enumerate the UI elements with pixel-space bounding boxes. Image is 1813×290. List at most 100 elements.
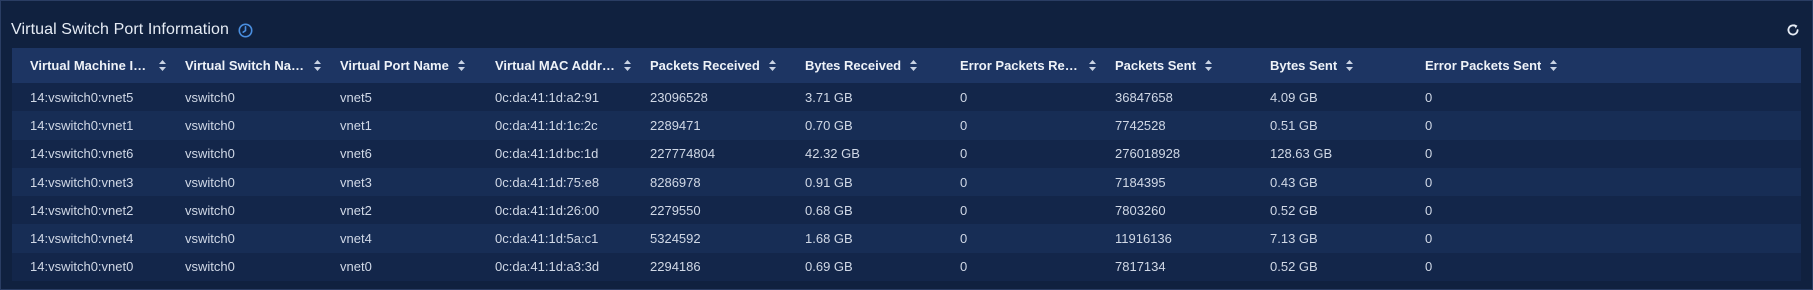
table-row[interactable]: 14:vswitch0:vnet6 vswitch0 vnet6 0c:da:41:1… <box>12 139 1801 168</box>
bytes-sent-cell: 0.52 GB <box>1270 202 1318 218</box>
packets-received-cell: 8286978 <box>650 174 701 190</box>
bytes-sent-cell: 7.13 GB <box>1270 231 1318 247</box>
vm-id-cell: 14:vswitch0:vnet2 <box>30 202 134 218</box>
packets-received-cell: 23096528 <box>650 89 708 105</box>
error-packets-received-cell: 0 <box>960 89 968 105</box>
sort-icon[interactable] <box>1345 59 1354 72</box>
table-row[interactable]: 14:vswitch0:vnet4 vswitch0 vnet4 0c:da:41:1… <box>12 224 1801 253</box>
bytes-sent-cell: 0.52 GB <box>1270 259 1318 275</box>
port-name-cell: vnet5 <box>340 89 372 105</box>
column-bytes-received-header[interactable]: Bytes Received <box>787 48 942 83</box>
mac-address-cell: 0c:da:41:1d:bc:1d <box>495 146 599 162</box>
header-label: Error Packets Sent <box>1425 58 1542 73</box>
switch-name-cell: vswitch0 <box>185 146 235 162</box>
mac-address-cell: 0c:da:41:1d:26:00 <box>495 202 600 218</box>
vm-id-cell: 14:vswitch0:vnet3 <box>30 174 134 190</box>
sort-icon[interactable] <box>1549 59 1558 72</box>
header-cell-content: Bytes Received <box>805 58 942 73</box>
switch-name-cell: vswitch0 <box>185 89 235 105</box>
packets-received-cell: 2294186 <box>650 259 701 275</box>
sort-icon[interactable] <box>1204 59 1213 72</box>
header-label: Virtual Machine ID:... <box>30 58 150 73</box>
column-packets-received-header[interactable]: Packets Received <box>632 48 787 83</box>
column-switch-name-header[interactable]: Virtual Switch Name <box>167 48 322 83</box>
header-label: Virtual MAC Address <box>495 58 615 73</box>
header-cell-content: Virtual Switch Name <box>185 58 322 73</box>
header-cell-content: Virtual Machine ID:... <box>30 58 167 73</box>
sort-icon[interactable] <box>457 59 466 72</box>
header-label: Packets Received <box>650 58 760 73</box>
refresh-icon[interactable] <box>1786 23 1800 37</box>
sort-icon[interactable] <box>1088 59 1097 72</box>
sort-icon[interactable] <box>909 59 918 72</box>
table-row[interactable]: 14:vswitch0:vnet5 vswitch0 vnet5 0c:da:41:1… <box>12 83 1801 112</box>
error-packets-sent-cell: 0 <box>1425 146 1433 162</box>
packets-sent-cell: 7742528 <box>1115 117 1166 133</box>
column-mac-address-header[interactable]: Virtual MAC Address <box>477 48 632 83</box>
switch-name-cell: vswitch0 <box>185 174 235 190</box>
header-cell-content: Error Packets Sent <box>1425 58 1801 73</box>
mac-address-cell: 0c:da:41:1d:a2:91 <box>495 89 600 105</box>
sort-icon[interactable] <box>623 59 632 72</box>
table-row[interactable]: 14:vswitch0:vnet1 vswitch0 vnet1 0c:da:41:1… <box>12 111 1801 140</box>
mac-address-cell: 0c:da:41:1d:75:e8 <box>495 174 600 190</box>
sort-icon[interactable] <box>768 59 777 72</box>
bytes-sent-cell: 0.51 GB <box>1270 117 1318 133</box>
error-packets-received-cell: 0 <box>960 259 968 275</box>
port-name-cell: vnet2 <box>340 202 372 218</box>
column-error-packets-sent-header[interactable]: Error Packets Sent <box>1407 48 1801 83</box>
vm-id-cell: 14:vswitch0:vnet4 <box>30 231 134 247</box>
header-cell-content: Packets Sent <box>1115 58 1252 73</box>
packets-received-cell: 2289471 <box>650 117 701 133</box>
packets-sent-cell: 7817134 <box>1115 259 1166 275</box>
column-error-packets-received-header[interactable]: Error Packets Recei... <box>942 48 1097 83</box>
header-cell-content: Virtual Port Name <box>340 58 477 73</box>
table-row[interactable]: 14:vswitch0:vnet2 vswitch0 vnet2 0c:da:41:1… <box>12 196 1801 225</box>
sort-icon[interactable] <box>158 59 167 72</box>
error-packets-received-cell: 0 <box>960 202 968 218</box>
error-packets-sent-cell: 0 <box>1425 117 1433 133</box>
header-cell-content: Virtual MAC Address <box>495 58 632 73</box>
header-label: Virtual Switch Name <box>185 58 305 73</box>
bytes-received-cell: 1.68 GB <box>805 231 853 247</box>
bytes-received-cell: 0.91 GB <box>805 174 853 190</box>
table-header: Virtual Machine ID:... Virtual Switch Nam… <box>12 48 1801 83</box>
port-table-container: Virtual Machine ID:... Virtual Switch Nam… <box>12 48 1801 282</box>
header-label: Bytes Received <box>805 58 902 73</box>
bytes-received-cell: 3.71 GB <box>805 89 853 105</box>
bytes-sent-cell: 128.63 GB <box>1270 146 1333 162</box>
error-packets-sent-cell: 0 <box>1425 259 1433 275</box>
column-vm-id-header[interactable]: Virtual Machine ID:... <box>12 48 167 83</box>
bytes-sent-cell: 4.09 GB <box>1270 89 1318 105</box>
mac-address-cell: 0c:da:41:1d:a3:3d <box>495 259 600 275</box>
virtual-switch-port-panel: Virtual Switch Port Information Virtual … <box>0 0 1813 290</box>
error-packets-sent-cell: 0 <box>1425 89 1433 105</box>
column-packets-sent-header[interactable]: Packets Sent <box>1097 48 1252 83</box>
switch-name-cell: vswitch0 <box>185 117 235 133</box>
bytes-received-cell: 42.32 GB <box>805 146 860 162</box>
column-port-name-header[interactable]: Virtual Port Name <box>322 48 477 83</box>
mac-address-cell: 0c:da:41:1d:1c:2c <box>495 117 598 133</box>
clock-icon[interactable] <box>238 23 253 38</box>
vm-id-cell: 14:vswitch0:vnet0 <box>30 259 134 275</box>
packets-received-cell: 5324592 <box>650 231 701 247</box>
packets-sent-cell: 7184395 <box>1115 174 1166 190</box>
switch-name-cell: vswitch0 <box>185 202 235 218</box>
table-body: 14:vswitch0:vnet5 vswitch0 vnet5 0c:da:41:1… <box>12 83 1801 282</box>
error-packets-received-cell: 0 <box>960 146 968 162</box>
table-row[interactable]: 14:vswitch0:vnet0 vswitch0 vnet0 0c:da:41:1… <box>12 252 1801 282</box>
header-cell-content: Error Packets Recei... <box>960 58 1097 73</box>
packets-sent-cell: 11916136 <box>1115 231 1172 247</box>
packets-sent-cell: 36847658 <box>1115 89 1173 105</box>
sort-icon[interactable] <box>313 59 322 72</box>
table-row[interactable]: 14:vswitch0:vnet3 vswitch0 vnet3 0c:da:41:1… <box>12 167 1801 197</box>
switch-name-cell: vswitch0 <box>185 231 235 247</box>
header-label: Virtual Port Name <box>340 58 449 73</box>
header-cell-content: Packets Received <box>650 58 787 73</box>
port-name-cell: vnet3 <box>340 174 372 190</box>
port-name-cell: vnet1 <box>340 117 372 133</box>
header-cell-content: Bytes Sent <box>1270 58 1407 73</box>
column-bytes-sent-header[interactable]: Bytes Sent <box>1252 48 1407 83</box>
switch-name-cell: vswitch0 <box>185 259 235 275</box>
header-label: Packets Sent <box>1115 58 1196 73</box>
